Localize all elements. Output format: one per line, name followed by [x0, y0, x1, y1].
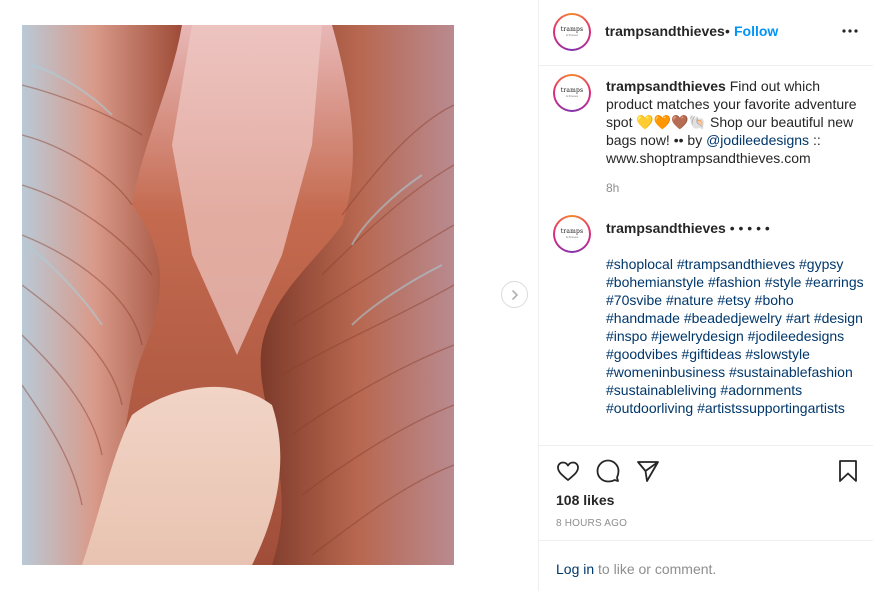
hashtag-link[interactable]: #sustainablefashion	[729, 364, 853, 380]
comment-icon	[596, 459, 620, 483]
comment-button[interactable]	[595, 458, 621, 484]
hashtag-link[interactable]: #inspo	[606, 328, 647, 344]
comment-dots: • • • • •	[729, 220, 770, 236]
hashtag-list: #shoplocal #trampsandthieves #gypsy #boh…	[606, 255, 866, 417]
bookmark-icon	[839, 460, 857, 482]
share-icon	[637, 461, 659, 482]
likes-count[interactable]: 108 likes	[556, 492, 614, 508]
mention-link[interactable]: @jodileedesigns	[706, 132, 809, 148]
login-prompt-text: to like or comment.	[598, 561, 717, 577]
caption-timestamp[interactable]: 8h	[606, 181, 619, 195]
login-prompt: Log in to like or comment.	[556, 561, 716, 577]
login-bar: Log in to like or comment.	[539, 540, 873, 591]
header-separator: •	[725, 23, 730, 39]
avatar-logo-subtext: & thieves	[565, 94, 579, 98]
hashtag-link[interactable]: #giftideas	[682, 346, 742, 362]
post-header: tramps & thieves trampsandthieves • Foll…	[539, 0, 873, 66]
hashtag-link[interactable]: #style	[765, 274, 802, 290]
login-link[interactable]: Log in	[556, 561, 594, 577]
hashtag-link[interactable]: #design	[814, 310, 863, 326]
post-sidebar: tramps & thieves trampsandthieves • Foll…	[538, 0, 873, 591]
like-button[interactable]	[555, 458, 581, 484]
hashtag-link[interactable]: #jodileedesigns	[748, 328, 845, 344]
hashtag-link[interactable]: #outdoorliving	[606, 400, 693, 416]
post-age[interactable]: 8 HOURS AGO	[556, 518, 627, 529]
caption-text: trampsandthieves Find out which product …	[606, 77, 861, 167]
hashtag-link[interactable]: #artistssupportingartists	[697, 400, 845, 416]
caption-emoji: 💛🧡🤎🐚	[636, 114, 707, 130]
hashtag-link[interactable]: #earrings	[805, 274, 863, 290]
media-pane	[0, 0, 538, 591]
hashtag-link[interactable]: #slowstyle	[745, 346, 810, 362]
more-options-button[interactable]	[841, 22, 859, 40]
avatar-logo-subtext: & thieves	[565, 235, 579, 239]
chevron-right-icon	[511, 289, 518, 300]
follow-button[interactable]: Follow	[734, 23, 778, 39]
hashtag-link[interactable]: #etsy	[717, 292, 750, 308]
next-photo-button[interactable]	[501, 281, 528, 308]
hashtag-link[interactable]: #adornments	[720, 382, 802, 398]
comment-header: trampsandthieves • • • • •	[606, 220, 770, 236]
avatar-logo-subtext: & thieves	[565, 33, 579, 37]
heart-icon	[557, 461, 579, 481]
comments-section: tramps & thieves trampsandthieves Find o…	[539, 67, 873, 445]
hashtag-link[interactable]: #jewelrydesign	[651, 328, 744, 344]
caption-avatar[interactable]: tramps & thieves	[553, 74, 591, 112]
share-button[interactable]	[635, 458, 661, 484]
save-button[interactable]	[835, 458, 861, 484]
actions-bar: 108 likes 8 HOURS AGO	[539, 445, 873, 540]
hashtag-link[interactable]: #trampsandthieves	[677, 256, 795, 272]
post-photo[interactable]	[22, 25, 454, 565]
hashtag-link[interactable]: #art	[786, 310, 810, 326]
hashtag-link[interactable]: #handmade	[606, 310, 680, 326]
hashtag-link[interactable]: #nature	[666, 292, 713, 308]
comment-avatar[interactable]: tramps & thieves	[553, 215, 591, 253]
hashtag-link[interactable]: #womeninbusiness	[606, 364, 725, 380]
hashtag-link[interactable]: #goodvibes	[606, 346, 678, 362]
caption-username[interactable]: trampsandthieves	[606, 78, 726, 94]
hashtag-link[interactable]: #70svibe	[606, 292, 662, 308]
hashtag-link[interactable]: #beadedjewelry	[684, 310, 782, 326]
more-options-icon	[842, 29, 858, 33]
hashtag-link[interactable]: #shoplocal	[606, 256, 673, 272]
comment-username[interactable]: trampsandthieves	[606, 220, 726, 236]
avatar[interactable]: tramps & thieves	[553, 13, 591, 51]
hashtag-link[interactable]: #gypsy	[799, 256, 843, 272]
hashtag-link[interactable]: #bohemianstyle	[606, 274, 704, 290]
header-username[interactable]: trampsandthieves	[605, 23, 725, 39]
hashtag-link[interactable]: #fashion	[708, 274, 761, 290]
hashtag-link[interactable]: #boho	[755, 292, 794, 308]
hashtag-link[interactable]: #sustainableliving	[606, 382, 717, 398]
